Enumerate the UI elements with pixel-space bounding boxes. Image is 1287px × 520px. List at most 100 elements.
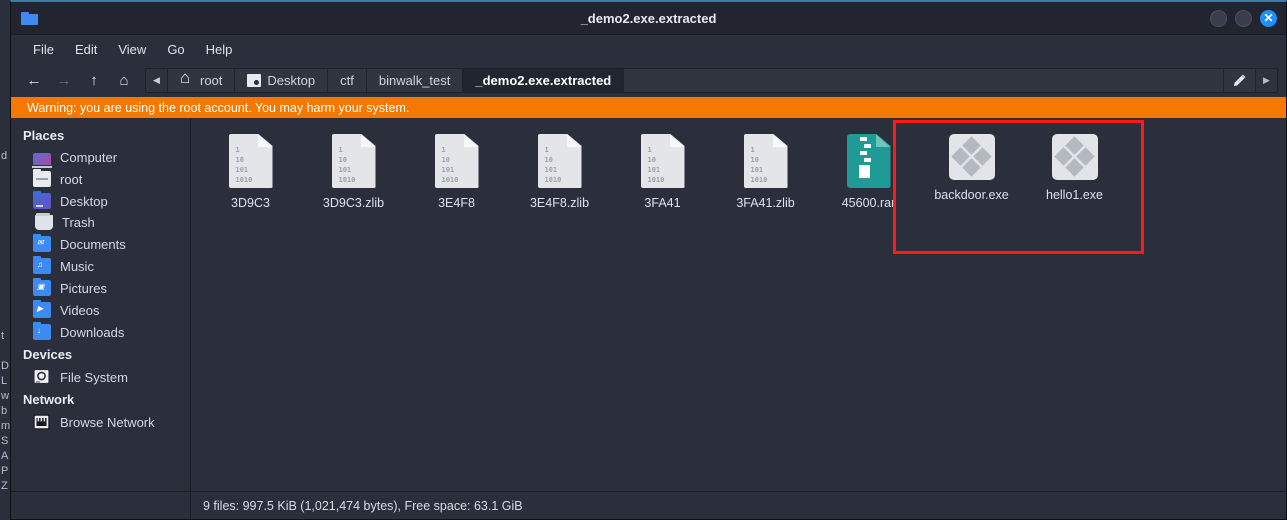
breadcrumb-item-demo2-exe-extracted[interactable]: _demo2.exe.extracted bbox=[463, 69, 625, 92]
breadcrumb-scroll-left-button[interactable]: ◀ bbox=[146, 69, 168, 92]
page-fold bbox=[772, 134, 788, 147]
edit-path-button[interactable] bbox=[1223, 69, 1255, 92]
pencil-icon bbox=[1233, 74, 1246, 87]
sidebar-item-label: Downloads bbox=[60, 324, 125, 340]
file-item[interactable]: 1 10 101 1010 3D9C3 bbox=[199, 128, 302, 214]
binary-bits-label: 1 10 101 1010 bbox=[235, 146, 253, 185]
sidebar-item-root[interactable]: root bbox=[11, 168, 190, 190]
binary-file-icon: 1 10 101 1010 bbox=[331, 134, 376, 188]
sidebar-item-label: Computer bbox=[60, 150, 118, 165]
toolbar: ← → ↑ ⌂ ◀ root Desktop ctf binwalk_test bbox=[11, 64, 1286, 97]
status-bar: 9 files: 997.5 KiB (1,021,474 bytes), Fr… bbox=[11, 491, 1286, 519]
sidebar-item-desktop[interactable]: Desktop bbox=[11, 190, 190, 212]
binary-bits-label: 1 10 101 1010 bbox=[544, 146, 562, 185]
window-title: _demo2.exe.extracted bbox=[580, 11, 717, 26]
file-item[interactable]: backdoor.exe bbox=[920, 128, 1023, 214]
file-item[interactable]: 45600.rar bbox=[817, 128, 920, 214]
sidebar-item-videos[interactable]: ▶ Videos bbox=[11, 299, 190, 321]
window-body: Places Computer root Desktop Trash ✉ Doc… bbox=[11, 118, 1286, 491]
sidebar: Places Computer root Desktop Trash ✉ Doc… bbox=[11, 118, 191, 491]
window-controls: ✕ bbox=[1210, 9, 1277, 27]
network-icon bbox=[33, 414, 51, 430]
videos-folder-icon: ▶ bbox=[33, 300, 51, 318]
page-fold bbox=[360, 134, 376, 147]
binary-bits-label: 1 10 101 1010 bbox=[647, 146, 665, 185]
sidebar-item-label: Pictures bbox=[60, 280, 107, 296]
file-name: 3E4F8 bbox=[438, 196, 475, 210]
binary-file-icon: 1 10 101 1010 bbox=[434, 134, 479, 188]
sidebar-item-file-system[interactable]: File System bbox=[11, 366, 190, 388]
file-name: 3D9C3.zlib bbox=[322, 196, 385, 210]
sidebar-item-browse-network[interactable]: Browse Network bbox=[11, 411, 190, 433]
folder-root-icon bbox=[33, 169, 51, 187]
home-button[interactable]: ⌂ bbox=[109, 68, 139, 94]
sidebar-item-trash[interactable]: Trash bbox=[11, 212, 190, 233]
sidebar-item-label: Videos bbox=[60, 302, 100, 318]
file-item[interactable]: 1 10 101 1010 3FA41.zlib bbox=[714, 128, 817, 214]
sidebar-item-downloads[interactable]: ↓ Downloads bbox=[11, 321, 190, 343]
status-text: 9 files: 997.5 KiB (1,021,474 bytes), Fr… bbox=[203, 498, 523, 513]
file-grid: 1 10 101 1010 3D9C3 1 10 101 1010 3D9C3.… bbox=[191, 118, 1286, 214]
music-folder-icon: ♫ bbox=[33, 256, 51, 274]
title-bar[interactable]: _demo2.exe.extracted ✕ bbox=[11, 2, 1286, 35]
breadcrumb-empty-space[interactable] bbox=[624, 69, 1223, 92]
close-button[interactable]: ✕ bbox=[1260, 9, 1277, 27]
sidebar-item-label: Music bbox=[60, 258, 94, 274]
downloads-folder-icon: ↓ bbox=[33, 322, 51, 340]
file-item[interactable]: 1 10 101 1010 3D9C3.zlib bbox=[302, 128, 405, 214]
menu-item-go[interactable]: Go bbox=[157, 39, 194, 60]
breadcrumb-scroll-right-button[interactable]: ▶ bbox=[1255, 69, 1277, 92]
binary-file-icon: 1 10 101 1010 bbox=[537, 134, 582, 188]
executable-file-icon bbox=[1051, 134, 1098, 180]
menu-item-edit[interactable]: Edit bbox=[65, 39, 107, 60]
file-name: 3FA41 bbox=[644, 196, 681, 210]
breadcrumb-item-root[interactable]: root bbox=[168, 69, 236, 92]
file-name: 45600.rar bbox=[841, 196, 896, 210]
desktop-background: dtDLwbmSAPZ _demo2.exe.extracted ✕ File … bbox=[0, 0, 1287, 520]
desktop-folder-icon bbox=[33, 191, 51, 209]
breadcrumb-label: root bbox=[200, 73, 223, 88]
menu-item-view[interactable]: View bbox=[108, 39, 156, 60]
sidebar-item-music[interactable]: ♫ Music bbox=[11, 255, 190, 277]
breadcrumb-item-binwalk-test[interactable]: binwalk_test bbox=[366, 69, 464, 92]
binary-bits-label: 1 10 101 1010 bbox=[750, 146, 768, 185]
page-fold bbox=[566, 134, 582, 147]
file-name: backdoor.exe bbox=[934, 188, 1009, 202]
archive-file-icon bbox=[846, 134, 891, 188]
documents-folder-icon: ✉ bbox=[33, 234, 51, 252]
executable-file-icon bbox=[948, 134, 995, 180]
file-item[interactable]: hello1.exe bbox=[1023, 128, 1126, 214]
file-item[interactable]: 1 10 101 1010 3E4F8.zlib bbox=[508, 128, 611, 214]
sidebar-item-documents[interactable]: ✉ Documents bbox=[11, 233, 190, 255]
menu-item-file[interactable]: File bbox=[23, 39, 64, 60]
forward-button[interactable]: → bbox=[49, 68, 79, 94]
sidebar-item-computer[interactable]: Computer bbox=[11, 147, 190, 168]
page-fold bbox=[463, 134, 479, 147]
breadcrumb-label: binwalk_test bbox=[378, 73, 451, 88]
file-manager-window: _demo2.exe.extracted ✕ File Edit View Go… bbox=[10, 0, 1287, 520]
maximize-button[interactable] bbox=[1235, 9, 1252, 27]
breadcrumb-item-desktop[interactable]: Desktop bbox=[235, 69, 329, 92]
breadcrumb-label: ctf bbox=[340, 73, 354, 88]
home-icon bbox=[180, 69, 194, 88]
sidebar-item-label: File System bbox=[60, 369, 128, 385]
breadcrumb-label: Desktop bbox=[267, 73, 316, 88]
minimize-button[interactable] bbox=[1210, 9, 1227, 27]
sidebar-item-pictures[interactable]: ▣ Pictures bbox=[11, 277, 190, 299]
file-name: hello1.exe bbox=[1046, 188, 1103, 202]
breadcrumb-item-ctf[interactable]: ctf bbox=[328, 69, 367, 92]
file-item[interactable]: 1 10 101 1010 3FA41 bbox=[611, 128, 714, 214]
pictures-folder-icon: ▣ bbox=[33, 278, 51, 296]
file-item[interactable]: 1 10 101 1010 3E4F8 bbox=[405, 128, 508, 214]
breadcrumb-label: _demo2.exe.extracted bbox=[475, 73, 612, 88]
menu-bar: File Edit View Go Help bbox=[11, 35, 1286, 64]
menu-item-help[interactable]: Help bbox=[196, 39, 243, 60]
up-button[interactable]: ↑ bbox=[79, 68, 109, 94]
zipper-graphic bbox=[858, 137, 871, 181]
sidebar-item-label: Desktop bbox=[60, 193, 108, 209]
page-fold bbox=[257, 134, 273, 147]
file-list-view[interactable]: 1 10 101 1010 3D9C3 1 10 101 1010 3D9C3.… bbox=[191, 118, 1286, 491]
binary-bits-label: 1 10 101 1010 bbox=[441, 146, 459, 185]
breadcrumb: ◀ root Desktop ctf binwalk_test _demo2.e… bbox=[145, 68, 1278, 93]
back-button[interactable]: ← bbox=[19, 68, 49, 94]
